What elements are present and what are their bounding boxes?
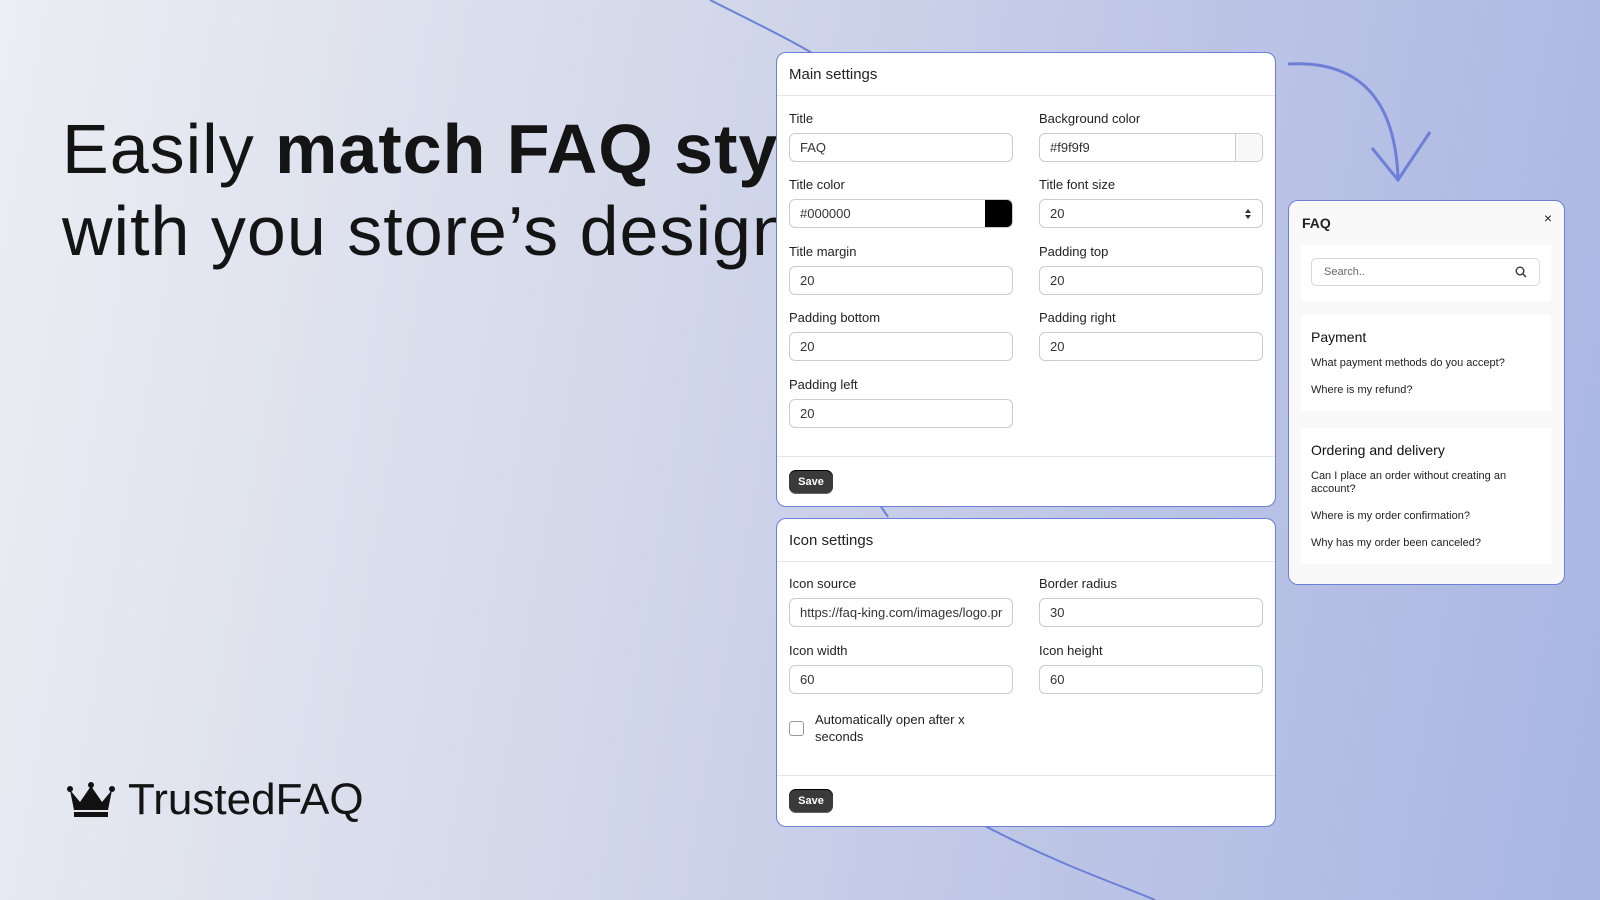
icon-settings-divider <box>777 775 1275 776</box>
background-color-input[interactable]: #f9f9f9 <box>1039 133 1263 162</box>
padding-bottom-input[interactable]: 20 <box>789 332 1013 361</box>
title-color-field: Title color #000000 <box>789 177 1013 228</box>
border-radius-label: Border radius <box>1039 576 1118 591</box>
padding-left-input[interactable]: 20 <box>789 399 1013 428</box>
faq-section-ordering: Ordering and delivery Can I place an ord… <box>1301 428 1551 564</box>
close-icon[interactable]: × <box>1544 210 1552 226</box>
padding-top-field: Padding top 20 <box>1039 244 1263 295</box>
faq-section-payment: Payment What payment methods do you acce… <box>1301 315 1551 411</box>
icon-source-label: Icon source <box>789 576 857 591</box>
title-margin-field: Title margin 20 <box>789 244 1013 295</box>
background-color-swatch[interactable] <box>1235 134 1262 161</box>
icon-settings-save-button[interactable]: Save <box>789 789 833 813</box>
faq-section-heading: Ordering and delivery <box>1311 442 1445 458</box>
main-settings-panel: Main settings Title FAQ Background color… <box>776 52 1276 507</box>
main-settings-title: Main settings <box>777 53 1275 96</box>
icon-height-label: Icon height <box>1039 643 1103 658</box>
padding-top-input[interactable]: 20 <box>1039 266 1263 295</box>
title-color-swatch[interactable] <box>985 200 1012 227</box>
faq-question[interactable]: Why has my order been canceled? <box>1301 537 1551 564</box>
border-radius-field: Border radius 30 <box>1039 576 1263 627</box>
faq-preview-card: FAQ × Search.. Payment What payment meth… <box>1288 200 1565 585</box>
faq-section-heading: Payment <box>1311 329 1367 345</box>
icon-source-input[interactable]: https://faq-king.com/images/logo.pr <box>789 598 1013 627</box>
hero-line-1: Easily match FAQ style <box>62 108 839 190</box>
padding-bottom-label: Padding bottom <box>789 310 881 325</box>
faq-question[interactable]: What payment methods do you accept? <box>1301 357 1551 384</box>
title-font-size-value: 20 <box>1050 206 1065 221</box>
faq-question[interactable]: Can I place an order without creating an… <box>1301 470 1551 510</box>
faq-question[interactable]: Where is my order confirmation? <box>1301 510 1551 537</box>
title-color-value: #000000 <box>800 206 851 221</box>
background-color-field: Background color #f9f9f9 <box>1039 111 1263 162</box>
title-field: Title FAQ <box>789 111 1013 162</box>
faq-preview-title: FAQ <box>1302 215 1331 231</box>
title-margin-input[interactable]: 20 <box>789 266 1013 295</box>
auto-open-checkbox[interactable] <box>789 720 804 736</box>
background-color-value: #f9f9f9 <box>1050 140 1090 155</box>
auto-open-option[interactable]: Automatically open after x seconds <box>789 711 975 745</box>
title-margin-label: Title margin <box>789 244 857 259</box>
padding-top-label: Padding top <box>1039 244 1109 259</box>
hero-line-1-regular: Easily <box>62 110 276 188</box>
select-arrows-icon <box>1245 208 1251 219</box>
icon-settings-panel: Icon settings Icon source https://faq-ki… <box>776 518 1276 827</box>
icon-height-field: Icon height 60 <box>1039 643 1263 694</box>
padding-left-label: Padding left <box>789 377 858 392</box>
main-settings-save-button[interactable]: Save <box>789 470 833 494</box>
padding-left-field: Padding left 20 <box>789 377 1013 428</box>
title-input[interactable]: FAQ <box>789 133 1013 162</box>
title-color-input[interactable]: #000000 <box>789 199 1013 228</box>
brand: TrustedFAQ <box>66 775 364 825</box>
search-icon[interactable] <box>1515 266 1527 278</box>
icon-width-input[interactable]: 60 <box>789 665 1013 694</box>
icon-settings-title: Icon settings <box>777 519 1275 562</box>
brand-name: TrustedFAQ <box>128 775 364 824</box>
hero-headline: Easily match FAQ style with you store’s … <box>62 108 839 272</box>
faq-search-block: Search.. <box>1301 245 1551 301</box>
title-label: Title <box>789 111 814 126</box>
main-settings-divider <box>777 456 1275 457</box>
icon-height-input[interactable]: 60 <box>1039 665 1263 694</box>
title-font-size-select[interactable]: 20 <box>1039 199 1263 228</box>
faq-search-input[interactable]: Search.. <box>1311 258 1540 286</box>
auto-open-label: Automatically open after x seconds <box>815 712 965 744</box>
border-radius-input[interactable]: 30 <box>1039 598 1263 627</box>
icon-width-field: Icon width 60 <box>789 643 1013 694</box>
title-color-label: Title color <box>789 177 845 192</box>
hero-line-2: with you store’s design <box>62 192 792 270</box>
hero-line-1-bold: match FAQ style <box>275 110 839 188</box>
faq-question[interactable]: Where is my refund? <box>1301 384 1551 411</box>
crown-icon <box>67 782 115 817</box>
icon-source-field: Icon source https://faq-king.com/images/… <box>789 576 1013 627</box>
padding-right-input[interactable]: 20 <box>1039 332 1263 361</box>
icon-width-label: Icon width <box>789 643 848 658</box>
padding-right-field: Padding right 20 <box>1039 310 1263 361</box>
faq-search-placeholder: Search.. <box>1324 266 1365 278</box>
padding-right-label: Padding right <box>1039 310 1116 325</box>
title-font-size-field: Title font size 20 <box>1039 177 1263 228</box>
title-font-size-label: Title font size <box>1039 177 1116 192</box>
background-color-label: Background color <box>1039 111 1141 126</box>
padding-bottom-field: Padding bottom 20 <box>789 310 1013 361</box>
